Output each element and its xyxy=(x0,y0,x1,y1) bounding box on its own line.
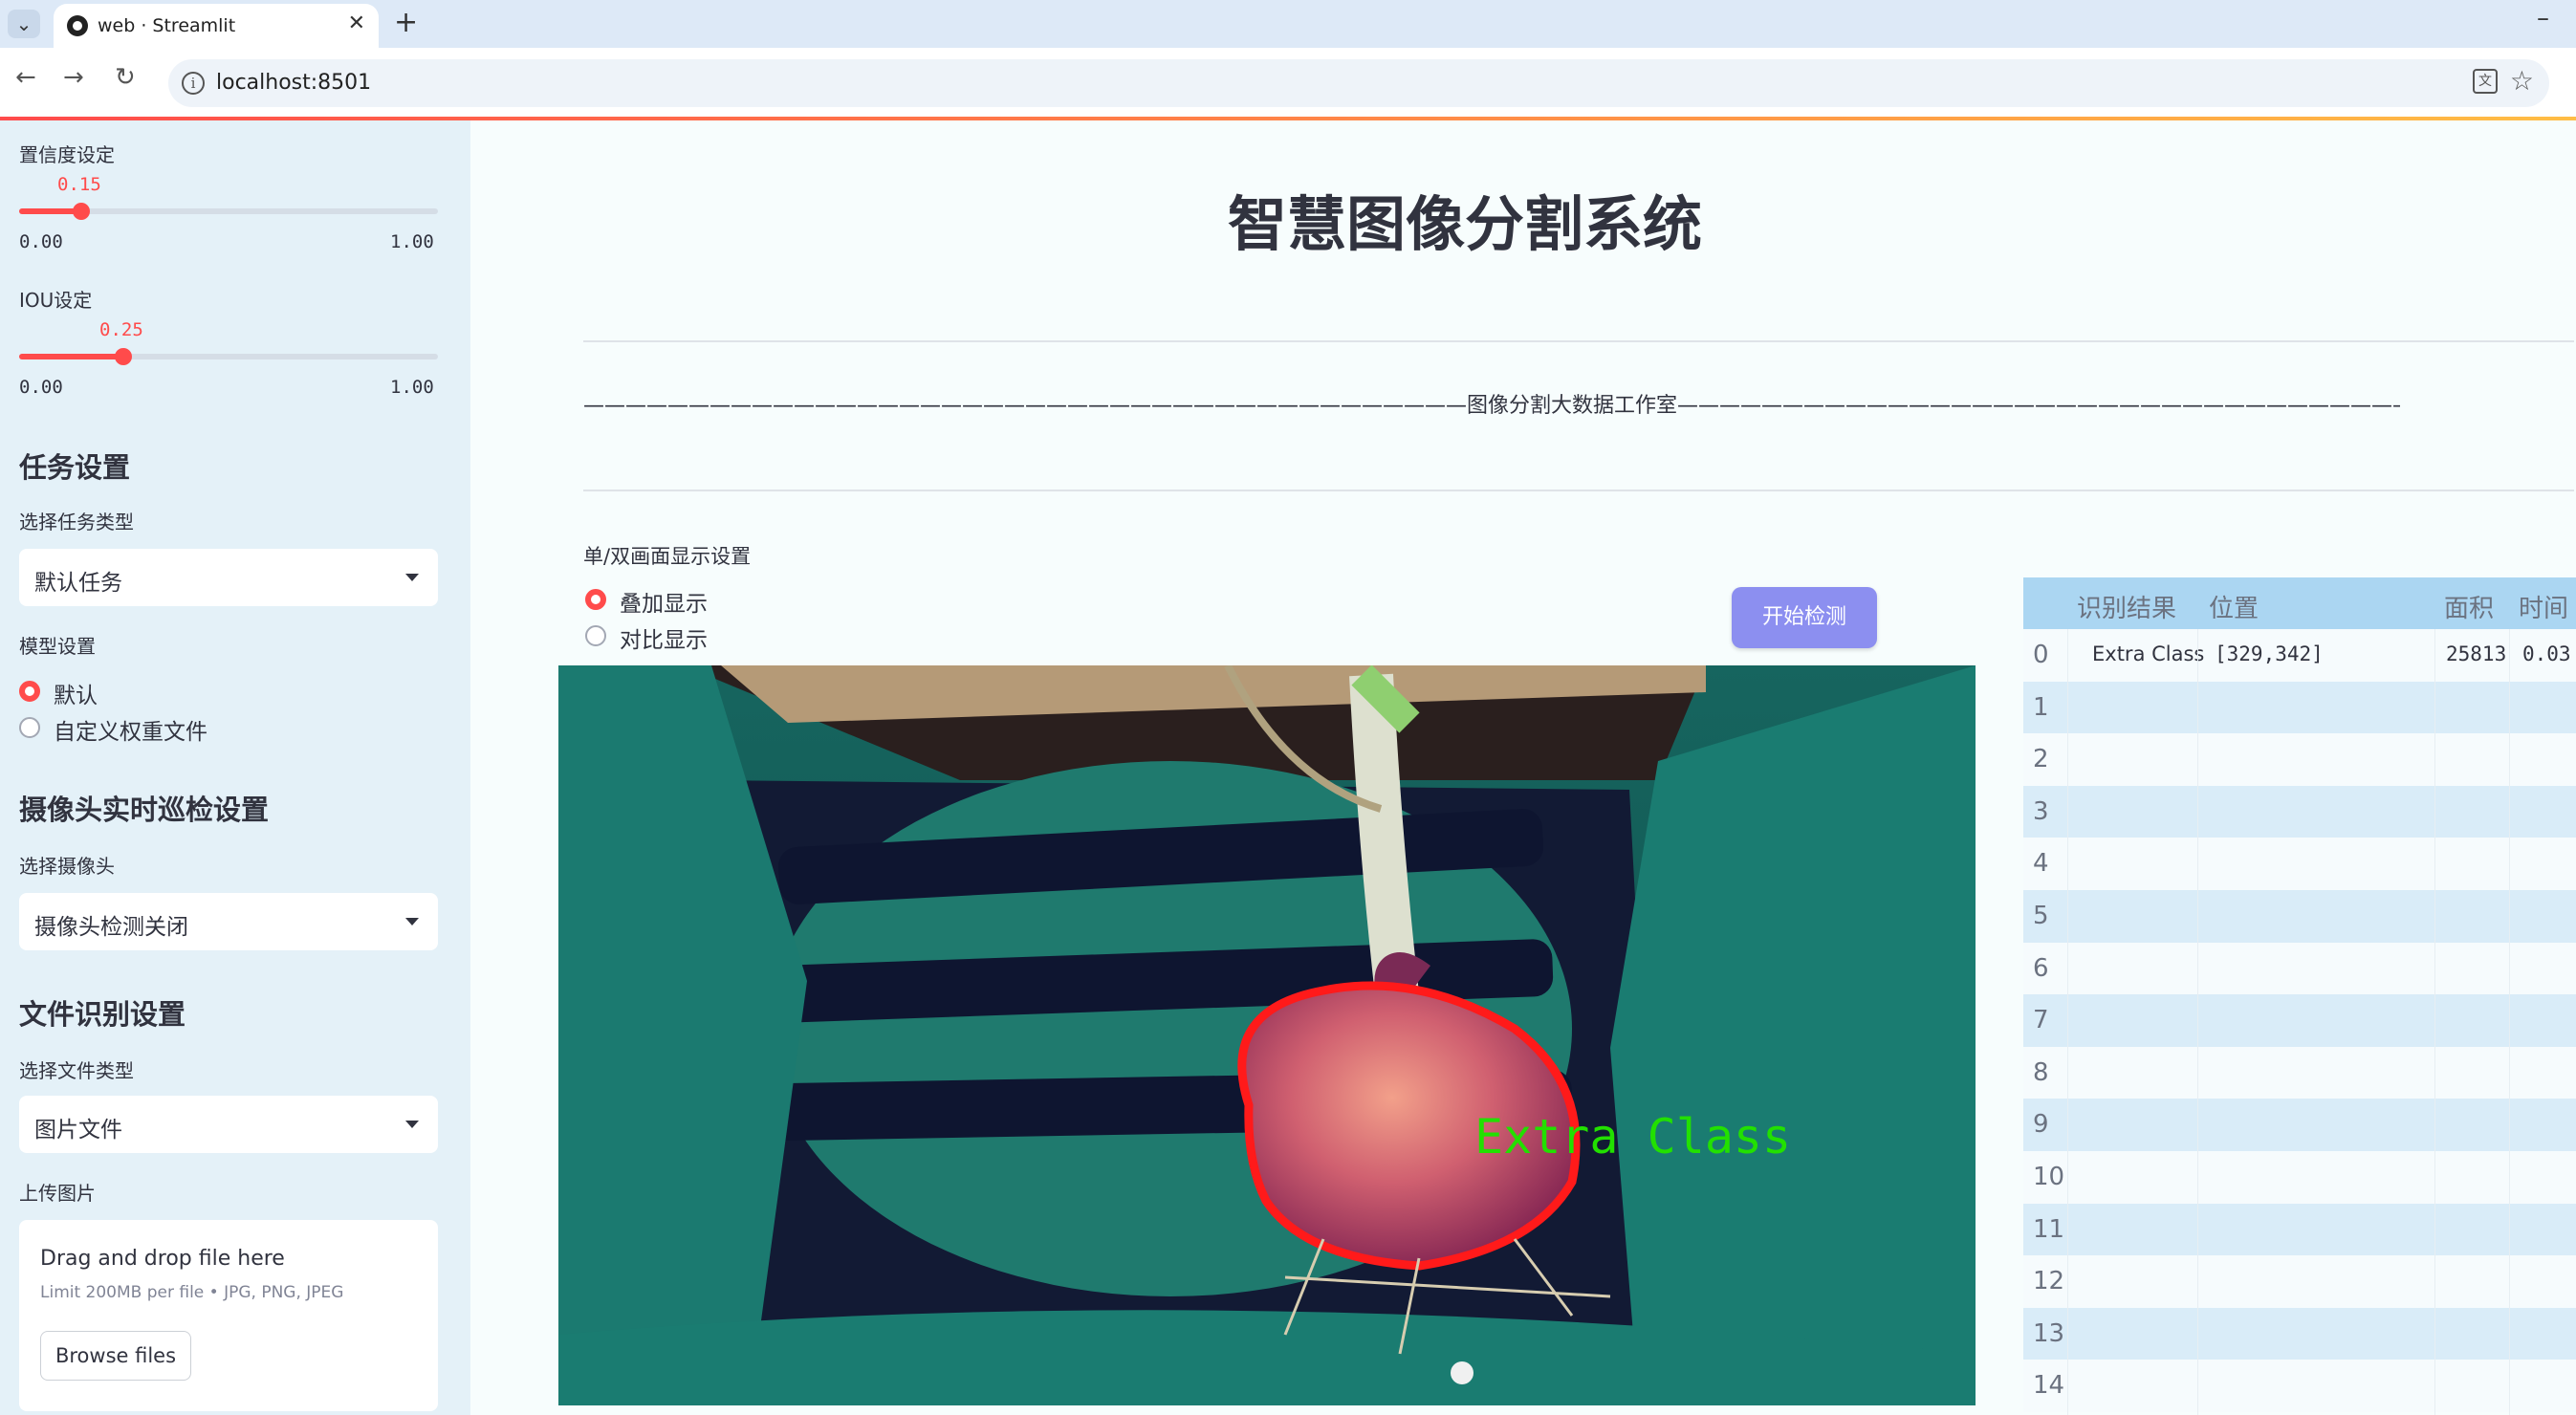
model-settings-label: 模型设置 xyxy=(19,635,96,658)
streamlit-favicon-icon xyxy=(67,15,88,36)
confidence-value: 0.15 xyxy=(57,174,101,195)
table-row[interactable]: 5 xyxy=(2023,890,2576,943)
tab-title: web · Streamlit xyxy=(98,15,236,36)
model-custom-label[interactable]: 自定义权重文件 xyxy=(54,713,207,746)
drag-drop-text: Drag and drop file here xyxy=(40,1247,285,1271)
model-custom-radio[interactable] xyxy=(19,717,40,738)
compare-display-label[interactable]: 对比显示 xyxy=(620,621,708,654)
browser-tab-bar: ⌄ web · Streamlit ✕ + – xyxy=(0,0,2576,48)
display-mode-label: 单/双画面显示设置 xyxy=(583,545,752,568)
camera-select[interactable]: 摄像头检测关闭 xyxy=(19,893,438,950)
back-arrow-icon[interactable]: ← xyxy=(15,63,36,92)
table-row[interactable]: 11 xyxy=(2023,1203,2576,1256)
file-uploader-dropzone[interactable]: Drag and drop file here Limit 200MB per … xyxy=(19,1220,438,1411)
tab-search-chevron-icon[interactable]: ⌄ xyxy=(8,10,40,38)
iou-slider[interactable] xyxy=(19,348,438,365)
confidence-label: 置信度设定 xyxy=(19,143,115,166)
divider xyxy=(583,340,2574,342)
column-divider xyxy=(2509,629,2510,1415)
table-row[interactable]: 8 xyxy=(2023,1046,2576,1099)
table-row[interactable]: 0 Extra Class [329,342] 25813 0.03 xyxy=(2023,629,2576,682)
compare-display-radio[interactable] xyxy=(585,625,606,646)
window-minimize-icon[interactable]: – xyxy=(2537,4,2549,33)
table-row[interactable]: 10 xyxy=(2023,1151,2576,1204)
new-tab-plus-icon[interactable]: + xyxy=(394,6,418,39)
sidebar: 置信度设定 0.15 0.00 1.00 IOU设定 0.25 0.00 1.0… xyxy=(0,120,470,1415)
file-settings-header: 文件识别设置 xyxy=(19,998,186,1031)
start-detection-button[interactable]: 开始检测 xyxy=(1732,587,1877,648)
page-title: 智慧图像分割系统 xyxy=(1227,189,1702,259)
results-table[interactable]: 识别结果 位置 面积 时间 0 Extra Class [329,342] 25813… xyxy=(2023,577,2576,1415)
iou-slider-thumb[interactable] xyxy=(115,348,132,365)
header-area: 面积 xyxy=(2444,595,2495,623)
task-type-value: 默认任务 xyxy=(34,571,122,596)
camera-label: 选择摄像头 xyxy=(19,855,115,878)
upload-label: 上传图片 xyxy=(19,1182,96,1205)
chevron-down-icon xyxy=(405,1121,419,1128)
overlay-display-radio[interactable] xyxy=(585,589,606,610)
browser-tab[interactable]: web · Streamlit ✕ xyxy=(54,4,379,48)
browser-toolbar: ← → ↻ i localhost:8501 文 ☆ xyxy=(0,48,2576,117)
main-content: 智慧图像分割系统 ———————————————————————————————… xyxy=(470,120,2576,1415)
model-default-radio[interactable] xyxy=(19,681,40,702)
segmentation-result-image: Extra Class xyxy=(558,665,1976,1405)
table-row[interactable]: 13 xyxy=(2023,1307,2576,1361)
table-row[interactable]: 3 xyxy=(2023,785,2576,838)
column-divider xyxy=(2434,629,2435,1415)
iou-min: 0.00 xyxy=(19,377,63,398)
reload-icon[interactable]: ↻ xyxy=(115,63,136,92)
iou-label: IOU设定 xyxy=(19,289,93,312)
overlay-display-label[interactable]: 叠加显示 xyxy=(620,585,708,618)
task-type-label: 选择任务类型 xyxy=(19,511,134,533)
table-row[interactable]: 1 xyxy=(2023,681,2576,734)
site-info-icon[interactable]: i xyxy=(182,72,205,95)
table-row[interactable]: 14 xyxy=(2023,1360,2576,1412)
table-row[interactable]: 6 xyxy=(2023,942,2576,995)
detection-image: Extra Class xyxy=(558,665,1976,1405)
url-text[interactable]: localhost:8501 xyxy=(216,71,371,95)
confidence-min: 0.00 xyxy=(19,231,63,252)
chevron-down-icon xyxy=(405,574,419,581)
file-type-select[interactable]: 图片文件 xyxy=(19,1096,438,1153)
iou-slider-fill xyxy=(19,354,124,359)
detection-class-label: Extra Class xyxy=(1474,1109,1791,1165)
translate-icon[interactable]: 文 xyxy=(2473,69,2498,94)
table-row[interactable]: 9 xyxy=(2023,1099,2576,1151)
table-header-row: 识别结果 位置 面积 时间 xyxy=(2023,577,2576,629)
upload-limit-text: Limit 200MB per file • JPG, PNG, JPEG xyxy=(40,1283,344,1302)
chevron-down-icon xyxy=(405,918,419,925)
table-row[interactable]: 2 xyxy=(2023,733,2576,786)
row-index: 14 xyxy=(2033,1371,2065,1401)
column-divider xyxy=(2197,629,2198,1415)
studio-subtitle: ————————————————————————————————————————… xyxy=(583,394,2400,418)
divider xyxy=(583,490,2574,491)
confidence-slider-thumb[interactable] xyxy=(73,203,90,220)
camera-value: 摄像头检测关闭 xyxy=(34,915,188,940)
header-position: 位置 xyxy=(2209,595,2259,623)
file-type-value: 图片文件 xyxy=(34,1118,122,1143)
address-bar[interactable]: i localhost:8501 文 ☆ xyxy=(168,59,2549,107)
model-default-label[interactable]: 默认 xyxy=(54,677,98,709)
table-row[interactable]: 4 xyxy=(2023,838,2576,890)
browse-files-button[interactable]: Browse files xyxy=(40,1331,191,1381)
forward-arrow-icon[interactable]: → xyxy=(63,63,84,92)
tab-close-icon[interactable]: ✕ xyxy=(348,11,365,35)
table-row[interactable]: 7 xyxy=(2023,994,2576,1047)
header-result: 识别结果 xyxy=(2077,595,2177,623)
file-type-label: 选择文件类型 xyxy=(19,1059,134,1082)
iou-max: 1.00 xyxy=(390,377,434,398)
header-time: 时间 xyxy=(2519,595,2569,623)
iou-value: 0.25 xyxy=(99,319,143,340)
task-type-select[interactable]: 默认任务 xyxy=(19,549,438,606)
bookmark-star-icon[interactable]: ☆ xyxy=(2510,65,2534,97)
table-row[interactable]: 12 xyxy=(2023,1255,2576,1308)
camera-settings-header: 摄像头实时巡检设置 xyxy=(19,794,270,826)
column-divider xyxy=(2067,629,2068,1415)
task-settings-header: 任务设置 xyxy=(19,451,131,484)
